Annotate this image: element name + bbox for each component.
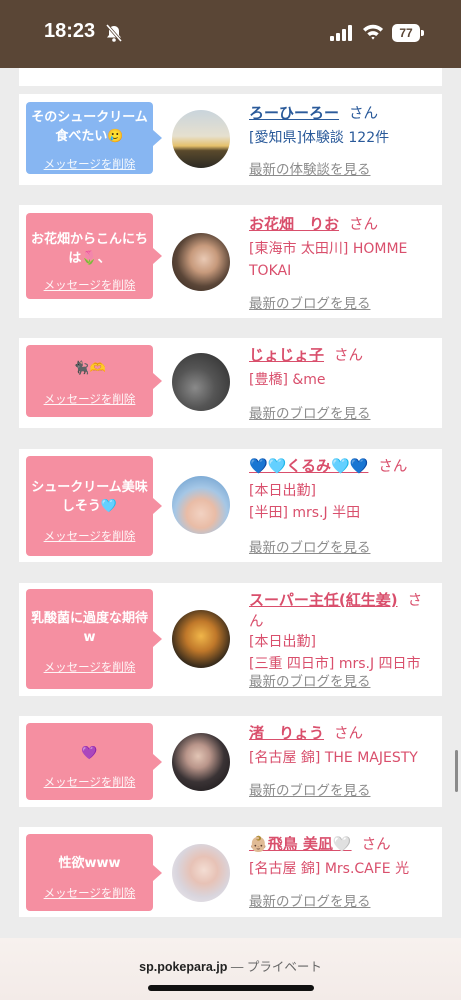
- honorific: さん: [361, 837, 391, 853]
- message-bubble: 💜 メッセージを削除: [26, 723, 162, 800]
- profile-detail: [豊橋] &me: [249, 372, 326, 388]
- see-latest-link[interactable]: 最新のブログを見る: [249, 890, 371, 910]
- profile-name-link[interactable]: 💙🩵くるみ🩵💙: [249, 457, 368, 475]
- delete-message-link[interactable]: メッセージを削除: [26, 277, 153, 293]
- avatar[interactable]: [172, 733, 230, 791]
- see-latest-link[interactable]: 最新のブログを見る: [249, 779, 371, 799]
- profile-name-link[interactable]: スーパー主任(紅生姜): [249, 591, 398, 609]
- delete-message-link[interactable]: メッセージを削除: [26, 391, 153, 407]
- clock: 18:23: [44, 20, 96, 42]
- honorific: さん: [334, 726, 364, 742]
- battery-level: 77: [392, 24, 420, 42]
- list-item: シュークリーム美味しそう🩵 メッセージを削除 💙🩵くるみ🩵💙 さん [本日出勤] …: [19, 449, 442, 562]
- previous-card-edge: [19, 68, 442, 86]
- profile-detail: [本日出勤]: [249, 634, 316, 650]
- message-text: お花畑からこんにちは🌷、: [30, 232, 148, 266]
- see-latest-link[interactable]: 最新の体験談を見る: [249, 158, 371, 178]
- list-item: 💜 メッセージを削除 渚 りょう さん [名古屋 錦] THE MAJESTY 最…: [19, 716, 442, 807]
- domain-text: sp.pokepara.jp: [139, 960, 228, 974]
- message-bubble: 性欲www メッセージを削除: [26, 834, 162, 911]
- list-item: そのシュークリーム食べたい🥲 メッセージを削除 ろーひーろー さん [愛知県]体験…: [19, 94, 442, 185]
- status-bar: 18:23 77: [0, 0, 461, 68]
- see-latest-link[interactable]: 最新のブログを見る: [249, 402, 371, 422]
- honorific: さん: [334, 348, 364, 364]
- see-latest-link[interactable]: 最新のブログを見る: [249, 670, 371, 690]
- see-latest-link[interactable]: 最新のブログを見る: [249, 292, 371, 312]
- profile-detail: [東海市 太田川] HOMME: [249, 241, 408, 257]
- delete-message-link[interactable]: メッセージを削除: [26, 156, 153, 172]
- cellular-signal-icon: [330, 25, 352, 41]
- bell-muted-icon: [105, 24, 123, 42]
- wifi-icon: [363, 24, 383, 40]
- avatar[interactable]: [172, 844, 230, 902]
- message-text: 性欲www: [58, 856, 121, 871]
- delete-message-link[interactable]: メッセージを削除: [26, 659, 153, 675]
- honorific: さん: [349, 106, 379, 122]
- list-item: 乳酸菌に過度な期待w メッセージを削除 スーパー主任(紅生姜) さん [本日出勤]…: [19, 583, 442, 696]
- message-bubble: お花畑からこんにちは🌷、 メッセージを削除: [26, 213, 162, 299]
- avatar[interactable]: [172, 233, 230, 291]
- delete-message-link[interactable]: メッセージを削除: [26, 528, 153, 544]
- separator-text: —: [227, 960, 247, 974]
- private-mode-label: プライベート: [246, 960, 322, 974]
- see-latest-link[interactable]: 最新のブログを見る: [249, 536, 371, 556]
- profile-detail: [名古屋 錦] Mrs.CAFE 光: [249, 861, 410, 877]
- profile-detail: TOKAI: [249, 263, 292, 279]
- profile-detail: [愛知県]体験談 122件: [249, 130, 390, 146]
- profile-detail: [半田] mrs.J 半田: [249, 505, 361, 521]
- message-text: シュークリーム美味しそう🩵: [31, 480, 148, 514]
- avatar[interactable]: [172, 476, 230, 534]
- url-display[interactable]: sp.pokepara.jp — プライベート: [0, 956, 461, 975]
- message-bubble: そのシュークリーム食べたい🥲 メッセージを削除: [26, 102, 162, 174]
- delete-message-link[interactable]: メッセージを削除: [26, 774, 153, 790]
- avatar[interactable]: [172, 610, 230, 668]
- avatar[interactable]: [172, 353, 230, 411]
- list-item: 🐈‍⬛🫶 メッセージを削除 じょじょ子 さん [豊橋] &me 最新のブログを見る: [19, 338, 442, 428]
- scrollbar[interactable]: [455, 750, 458, 792]
- battery-icon: 77: [392, 24, 424, 42]
- profile-detail: [本日出勤]: [249, 483, 316, 499]
- message-bubble: シュークリーム美味しそう🩵 メッセージを削除: [26, 456, 162, 556]
- message-text: そのシュークリーム食べたい🥲: [31, 110, 148, 144]
- profile-name-link[interactable]: 渚 りょう: [249, 724, 324, 742]
- message-text: 💜: [81, 746, 98, 761]
- delete-message-link[interactable]: メッセージを削除: [26, 885, 153, 901]
- avatar[interactable]: [172, 110, 230, 168]
- message-bubble: 🐈‍⬛🫶 メッセージを削除: [26, 345, 162, 417]
- list-item: 性欲www メッセージを削除 👶🏼飛鳥 美凪🤍 さん [名古屋 錦] Mrs.CA…: [19, 827, 442, 917]
- profile-name-link[interactable]: お花畑 りお: [249, 215, 339, 233]
- message-text: 乳酸菌に過度な期待w: [30, 611, 148, 645]
- profile-name-link[interactable]: ろーひーろー: [249, 104, 339, 122]
- profile-name-link[interactable]: じょじょ子: [249, 346, 324, 364]
- profile-detail: [名古屋 錦] THE MAJESTY: [249, 750, 418, 766]
- profile-name-link[interactable]: 👶🏼飛鳥 美凪🤍: [249, 835, 352, 853]
- message-bubble: 乳酸菌に過度な期待w メッセージを削除: [26, 589, 162, 689]
- honorific: さん: [378, 459, 408, 475]
- message-text: 🐈‍⬛🫶: [73, 361, 106, 376]
- honorific: さん: [349, 217, 379, 233]
- list-item: お花畑からこんにちは🌷、 メッセージを削除 お花畑 りお さん [東海市 太田川]…: [19, 205, 442, 318]
- home-indicator[interactable]: [148, 985, 314, 991]
